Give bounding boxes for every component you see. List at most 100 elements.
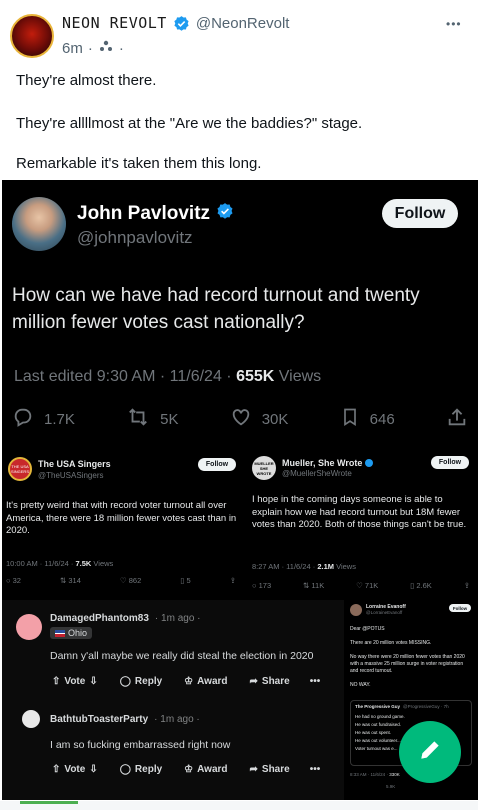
pavlovitz-follow-button: Follow <box>382 199 458 228</box>
vote-label-2: Vote <box>64 764 86 775</box>
upvote-icon-2: ⇧ <box>52 764 61 775</box>
mueller-replies: 173 <box>258 581 272 590</box>
more-options-button[interactable]: ••• <box>446 17 462 31</box>
pavlovitz-reposts: 5K <box>160 410 179 428</box>
mueller-bookmark-icon: ▯ 2.6K <box>410 581 432 590</box>
quoted-name: The Progressive Guy <box>355 704 401 709</box>
more-label-2: ••• <box>309 764 321 775</box>
pavlovitz-avatar <box>12 197 66 251</box>
quoted-handle: @ProgressiveGuy · 7h <box>403 704 449 709</box>
post-time: 6m <box>62 39 83 57</box>
embedded-tweet-pavlovitz: John Pavlovitz @johnpavlovitz Follow How… <box>2 180 478 444</box>
post-line-3: Remarkable it's taken them this long. <box>16 155 262 172</box>
verified-badge-icon <box>173 15 190 32</box>
singers-views-label: Views <box>91 559 114 568</box>
award-label-2: Award <box>197 764 228 775</box>
singers-name: The USA Singers <box>38 459 111 469</box>
like-icon <box>230 406 252 432</box>
singers-reply-icon: ○ 32 <box>6 576 21 585</box>
lorraine-line-3: No way there were 20 million fewer votes… <box>350 654 465 674</box>
quoted-line-2: He was out fundraised. <box>355 722 402 727</box>
mueller-avatar: MUELLER SHE WROTE <box>252 456 276 480</box>
pavlovitz-text: How can we have had record turnout and t… <box>12 285 420 333</box>
pavlovitz-edited: Last edited 9:30 AM · 11/6/24 · <box>14 368 237 385</box>
mueller-follow: Follow <box>431 456 469 469</box>
avatar[interactable] <box>10 14 54 58</box>
separator-dot-2: · <box>118 39 124 57</box>
mueller-views-label: Views <box>334 562 356 571</box>
pavlovitz-replies: 1.7K <box>44 410 75 428</box>
share-label-2: Share <box>261 764 290 775</box>
downvote-icon-2: ⇩ <box>89 764 98 775</box>
reddit-avatar-1 <box>16 614 42 640</box>
reply-bubble-icon-2: ◯ <box>119 764 131 775</box>
upvote-icon: ⇧ <box>52 676 61 687</box>
embedded-tweet-singers: THE USA SINGERS The USA Singers @TheUSAS… <box>2 450 242 598</box>
reddit-user-1: DamagedPhantom83 <box>50 613 149 624</box>
pavlovitz-handle: @johnpavlovitz <box>77 228 193 247</box>
reddit-time-1: · 1m ago · <box>154 613 201 624</box>
mueller-meta: 8:27 AM · 11/6/24 · <box>252 562 318 571</box>
award-icon: ♔ <box>184 676 194 687</box>
singers-like-icon: ♡ 862 <box>119 576 142 585</box>
singers-avatar: THE USA SINGERS <box>8 457 32 481</box>
mueller-like-icon: ♡ 71K <box>356 581 379 590</box>
reddit-flair-1: Ohio <box>68 628 88 638</box>
mueller-share-icon: ⇪ <box>463 581 470 590</box>
reply-bubble-icon: ◯ <box>119 676 131 687</box>
reddit-time-2: · 1m ago · <box>154 714 200 725</box>
quoted-line-5: Voter turnout was e... <box>355 746 398 751</box>
bookmark-icon <box>340 406 360 432</box>
singers-bookmarks: 5 <box>186 576 191 585</box>
reddit-avatar-2 <box>22 710 40 728</box>
display-name[interactable]: NEON REVOLT <box>62 14 167 32</box>
repost-icon <box>126 406 150 432</box>
post-line-2: They're allllmost at the "Are we the bad… <box>16 115 363 132</box>
attached-image[interactable]: John Pavlovitz @johnpavlovitz Follow How… <box>2 180 478 800</box>
award-label-1: Award <box>197 676 228 687</box>
reply-label-2: Reply <box>134 764 163 775</box>
mueller-repost-icon: ⇅ 11K <box>303 581 325 590</box>
singers-bookmark-icon: ▯ 5 <box>180 576 191 585</box>
singers-meta: 10:00 AM · 11/6/24 · <box>6 559 76 568</box>
audience-icon <box>98 38 114 58</box>
downvote-icon: ⇩ <box>89 676 98 687</box>
mueller-verified-icon <box>365 459 374 467</box>
bottom-progress-fill <box>20 801 78 804</box>
post-line-1: They're almost there. <box>16 72 157 89</box>
pencil-icon <box>417 737 443 768</box>
mueller-name: Mueller, She Wrote <box>282 458 363 468</box>
compose-button[interactable] <box>399 721 461 783</box>
pavlovitz-bookmarks: 646 <box>369 410 395 428</box>
mueller-reposts: 11K <box>311 581 325 590</box>
share-arrow-icon: ➦ <box>249 676 258 687</box>
lorraine-meta: 8:33 AM · 11/6/24 · <box>350 772 390 777</box>
reddit-comments: DamagedPhantom83 · 1m ago · Ohio Damn y'a… <box>2 600 344 800</box>
lorraine-line-4: NO WAY. <box>350 682 371 688</box>
pavlovitz-likes: 30K <box>261 410 289 428</box>
flag-icon <box>55 629 65 637</box>
singers-share-icon: ⇪ <box>229 576 236 585</box>
quoted-line-1: He had no ground game. <box>355 714 405 719</box>
singers-text: It's pretty weird that with record voter… <box>6 500 237 536</box>
share-icon <box>446 406 468 432</box>
more-label-1: ••• <box>309 676 321 687</box>
separator-dot: · <box>87 39 93 57</box>
verified-icon <box>216 202 234 225</box>
award-icon-2: ♔ <box>184 764 194 775</box>
singers-repost-icon: ⇅ 314 <box>60 576 81 585</box>
lorraine-line-1: Dear @POTUS <box>350 626 385 632</box>
reply-label-1: Reply <box>134 676 163 687</box>
lorraine-avatar <box>350 604 362 616</box>
quoted-line-3: He was out spent. <box>355 730 392 735</box>
singers-follow: Follow <box>198 458 236 471</box>
handle[interactable]: @NeonRevolt <box>196 15 290 32</box>
mueller-text: I hope in the coming days someone is abl… <box>252 494 467 530</box>
reddit-user-2: BathtubToasterParty <box>50 714 149 725</box>
singers-likes: 862 <box>128 576 142 585</box>
mueller-bookmarks: 2.6K <box>416 581 432 590</box>
mueller-handle: @MuellerSheWrote <box>282 469 352 478</box>
lorraine-line-2: There are 20 million votes MISSING. <box>350 640 432 646</box>
singers-replies: 32 <box>12 576 21 585</box>
singers-reposts: 314 <box>68 576 81 585</box>
